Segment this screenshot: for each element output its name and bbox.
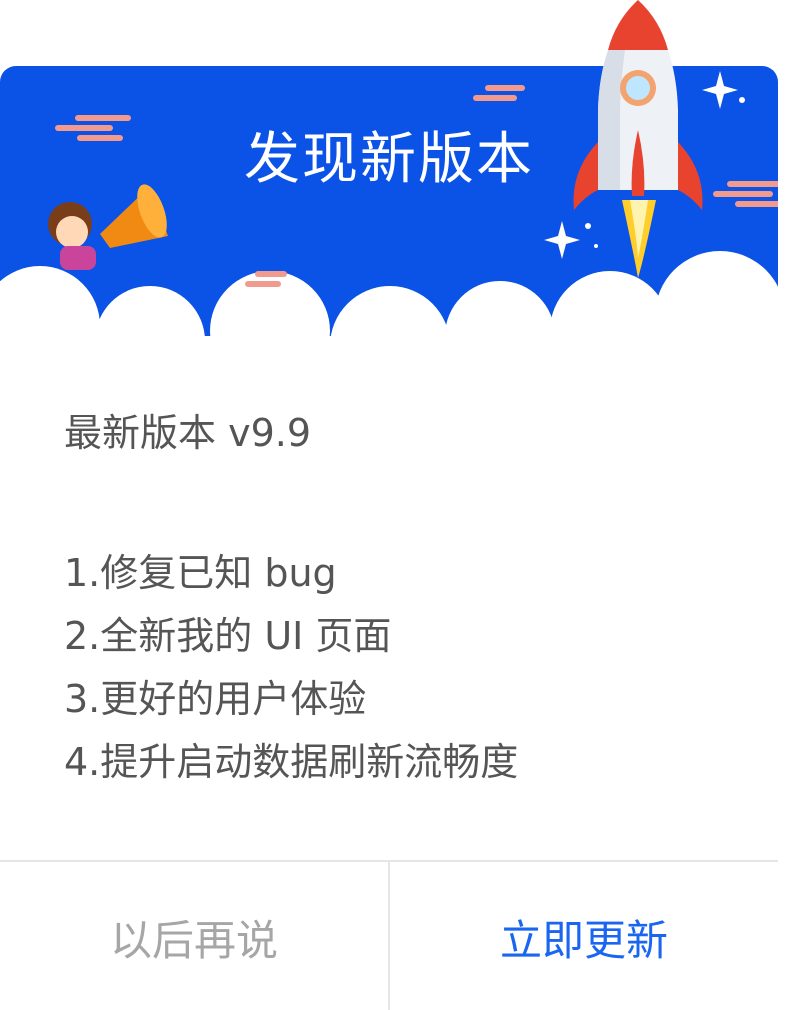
dialog-footer: 以后再说 立即更新 bbox=[0, 860, 778, 1010]
change-item: 1.修复已知 bug bbox=[64, 551, 337, 595]
update-dialog: 发现新版本 最新版本 v9.9 1.修复已知 bug 2.全新我的 UI 页面 … bbox=[0, 0, 789, 1010]
release-notes: 最新版本 v9.9 1.修复已知 bug 2.全新我的 UI 页面 3.更好的用… bbox=[64, 414, 518, 794]
later-button[interactable]: 以后再说 bbox=[0, 862, 388, 1010]
change-item: 4.提升启动数据刷新流畅度 bbox=[64, 740, 519, 784]
update-now-button[interactable]: 立即更新 bbox=[390, 862, 778, 1010]
changes-list: 1.修复已知 bug 2.全新我的 UI 页面 3.更好的用户体验 4.提升启动… bbox=[64, 542, 518, 794]
change-item: 2.全新我的 UI 页面 bbox=[64, 614, 392, 658]
change-item: 3.更好的用户体验 bbox=[64, 677, 367, 721]
rocket-icon bbox=[573, 0, 703, 278]
version-label: 最新版本 v9.9 bbox=[64, 411, 312, 455]
